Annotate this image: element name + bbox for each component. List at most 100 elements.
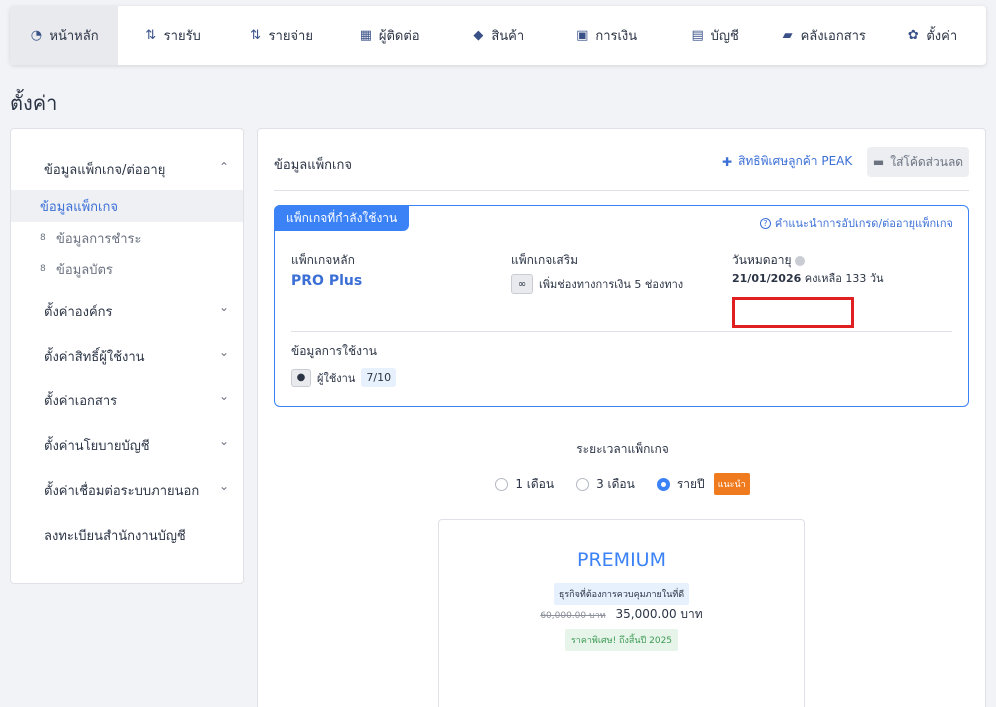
chevron-up-icon[interactable]: ⌃ bbox=[219, 160, 229, 174]
nav-settings[interactable]: ✿ ตั้งค่า bbox=[878, 6, 987, 65]
info-icon[interactable] bbox=[794, 255, 805, 266]
nav-settings-label: ตั้งค่า bbox=[926, 29, 958, 44]
radio-button[interactable] bbox=[495, 477, 509, 491]
sidebar-item-card-info[interactable]: 8 ข้อมูลบัตร bbox=[11, 253, 243, 285]
expense-icon: ⇅ bbox=[250, 28, 261, 43]
nav-products[interactable]: ◆ สินค้า bbox=[444, 6, 553, 65]
radio-button-selected[interactable] bbox=[656, 477, 670, 491]
sidebar-group-package[interactable]: ข้อมูลแพ็กเกจ/ต่ออายุ bbox=[44, 159, 165, 180]
expire-date: 21/01/2026 bbox=[732, 272, 802, 285]
plan-name: PREMIUM bbox=[577, 549, 666, 571]
usage-title: ข้อมูลการใช้งาน bbox=[291, 344, 377, 358]
expire-label: วันหมดอายุ bbox=[732, 253, 792, 267]
plan-description: ธุรกิจที่ต้องการควบคุมภายในที่ดี bbox=[553, 583, 690, 605]
contacts-icon: ▦ bbox=[359, 28, 372, 43]
plan-price-row: 60,000.00 บาท 35,000.00 บาท bbox=[439, 605, 804, 624]
ticket-icon: ▬ bbox=[872, 155, 885, 169]
period-radio-group: 1 เดือน 3 เดือน รายปี แนะนำ bbox=[258, 473, 985, 495]
nav-products-label: สินค้า bbox=[491, 29, 525, 44]
money-icon: ▣ bbox=[576, 28, 589, 43]
plan-price: 35,000.00 บาท bbox=[615, 607, 703, 621]
addon-package-label: แพ็กเกจเสริม bbox=[511, 253, 579, 267]
nav-accounting-label: บัญชี bbox=[710, 29, 739, 44]
period-option-yearly[interactable]: รายปี แนะนำ bbox=[656, 473, 750, 495]
sidebar-item-package-info-label: ข้อมูลแพ็กเกจ bbox=[40, 199, 118, 215]
nav-expense[interactable]: ⇅ รายจ่าย bbox=[227, 6, 336, 65]
chevron-down-icon[interactable]: ⌄ bbox=[219, 300, 229, 314]
plan-card-premium[interactable]: PREMIUM ธุรกิจที่ต้องการควบคุมภายในที่ดี… bbox=[438, 519, 805, 707]
gift-icon: ✚ bbox=[722, 154, 733, 169]
nav-finance[interactable]: ▣ การเงิน bbox=[552, 6, 661, 65]
lock-icon: 8 bbox=[40, 233, 46, 243]
sidebar-item-package-info[interactable]: ข้อมูลแพ็กเกจ bbox=[11, 190, 243, 222]
plan-old-price: 60,000.00 บาท bbox=[540, 611, 606, 621]
nav-home-label: หน้าหลัก bbox=[49, 29, 99, 44]
plan-promo-wrap: ราคาพิเศษ! ถึงสิ้นปี 2025 bbox=[439, 628, 804, 651]
sidebar-group-user-rights[interactable]: ตั้งค่าสิทธิ์ผู้ใช้งาน bbox=[44, 346, 145, 367]
page-title: ตั้งค่า bbox=[10, 91, 58, 115]
current-package-tag: แพ็กเกจที่กำลังใช้งาน bbox=[274, 205, 410, 231]
highlight-box bbox=[732, 297, 854, 328]
period-option-1-month[interactable]: 1 เดือน bbox=[495, 473, 554, 495]
link-icon: ∞ bbox=[511, 274, 533, 294]
current-package-card: แพ็กเกจที่กำลังใช้งาน ? คำแนะนำการอัปเกร… bbox=[274, 205, 969, 407]
main-package-label: แพ็กเกจหลัก bbox=[291, 253, 355, 267]
plan-promo: ราคาพิเศษ! ถึงสิ้นปี 2025 bbox=[564, 629, 679, 651]
sidebar-group-integrations[interactable]: ตั้งค่าเชื่อมต่อระบบภายนอก bbox=[44, 480, 199, 501]
discount-code-label: ใส่โค้ดส่วนลด bbox=[890, 154, 964, 169]
users-label: ผู้ใช้งาน bbox=[317, 371, 356, 385]
period-title: ระยะเวลาแพ็กเกจ bbox=[576, 442, 669, 456]
plan-description-wrap: ธุรกิจที่ต้องการควบคุมภายในที่ดี bbox=[439, 582, 804, 605]
period-option-3-months[interactable]: 3 เดือน bbox=[576, 473, 635, 495]
addon-package-value: เพิ่มช่องทางการเงิน 5 ช่องทาง bbox=[539, 278, 684, 291]
sidebar-group-documents[interactable]: ตั้งค่าเอกสาร bbox=[44, 390, 117, 411]
discount-code-button[interactable]: ▬ ใส่โค้ดส่วนลด bbox=[867, 147, 969, 177]
peak-privilege-label: สิทธิพิเศษลูกค้า PEAK bbox=[738, 154, 853, 168]
top-navigation: ◔ หน้าหลัก ⇅ รายรับ ⇅ รายจ่าย ▦ ผู้ติดต่… bbox=[10, 6, 986, 65]
nav-expense-label: รายจ่าย bbox=[268, 29, 313, 44]
chevron-down-icon[interactable]: ⌄ bbox=[219, 434, 229, 448]
nav-accounting[interactable]: ▤ บัญชี bbox=[661, 6, 770, 65]
chevron-down-icon[interactable]: ⌄ bbox=[219, 479, 229, 493]
nav-documents[interactable]: ▰ คลังเอกสาร bbox=[769, 6, 878, 65]
sidebar-group-accounting-policy[interactable]: ตั้งค่านโยบายบัญชี bbox=[44, 435, 150, 456]
nav-finance-label: การเงิน bbox=[595, 29, 638, 44]
recommend-badge: แนะนำ bbox=[713, 473, 750, 495]
nav-contacts[interactable]: ▦ ผู้ติดต่อ bbox=[335, 6, 444, 65]
period-option-label: 1 เดือน bbox=[515, 476, 555, 491]
users-usage: ● ผู้ใช้งาน 7/10 bbox=[291, 368, 397, 387]
divider bbox=[274, 190, 969, 191]
lock-icon: 8 bbox=[40, 264, 46, 274]
nav-contacts-label: ผู้ติดต่อ bbox=[378, 29, 420, 44]
sidebar-item-register-accounting-office[interactable]: ลงทะเบียนสำนักงานบัญชี bbox=[44, 525, 186, 546]
nav-documents-label: คลังเอกสาร bbox=[800, 29, 866, 44]
nav-income[interactable]: ⇅ รายรับ bbox=[118, 6, 227, 65]
sidebar-item-payment-info-label: ข้อมูลการชำระ bbox=[56, 231, 142, 247]
period-option-label: รายปี bbox=[676, 476, 705, 491]
nav-income-label: รายรับ bbox=[163, 29, 201, 44]
panel-title: ข้อมูลแพ็กเกจ bbox=[274, 158, 352, 173]
income-icon: ⇅ bbox=[145, 28, 157, 43]
question-icon: ? bbox=[759, 217, 771, 229]
users-count-badge: 7/10 bbox=[361, 368, 397, 387]
peak-privilege-link[interactable]: ✚ สิทธิพิเศษลูกค้า PEAK bbox=[722, 152, 852, 171]
expire-value: 21/01/2026 คงเหลือ 133 วัน bbox=[732, 269, 884, 287]
divider bbox=[291, 331, 952, 332]
folder-icon: ▰ bbox=[782, 28, 793, 43]
sidebar-group-org[interactable]: ตั้งค่าองค์กร bbox=[44, 301, 113, 322]
chevron-down-icon[interactable]: ⌄ bbox=[219, 389, 229, 403]
expire-label-row: วันหมดอายุ bbox=[732, 251, 805, 270]
settings-sidebar: ข้อมูลแพ็กเกจ/ต่ออายุ ⌃ ข้อมูลแพ็กเกจ 8 … bbox=[10, 128, 244, 584]
radio-button[interactable] bbox=[576, 477, 590, 491]
nav-home[interactable]: ◔ หน้าหลัก bbox=[10, 6, 118, 65]
upgrade-guide-link[interactable]: ? คำแนะนำการอัปเกรด/ต่ออายุแพ็กเกจ bbox=[759, 214, 953, 232]
dashboard-icon: ◔ bbox=[30, 28, 43, 43]
expire-remaining: คงเหลือ 133 วัน bbox=[804, 272, 884, 285]
period-option-label: 3 เดือน bbox=[596, 476, 635, 491]
gear-icon: ✿ bbox=[907, 28, 919, 43]
addon-package-item: ∞ เพิ่มช่องทางการเงิน 5 ช่องทาง bbox=[511, 274, 683, 294]
sidebar-item-payment-info[interactable]: 8 ข้อมูลการชำระ bbox=[11, 222, 243, 254]
package-info-panel: ข้อมูลแพ็กเกจ ✚ สิทธิพิเศษลูกค้า PEAK ▬ … bbox=[257, 128, 986, 707]
chevron-down-icon[interactable]: ⌄ bbox=[219, 345, 229, 359]
product-box-icon: ◆ bbox=[473, 28, 484, 43]
